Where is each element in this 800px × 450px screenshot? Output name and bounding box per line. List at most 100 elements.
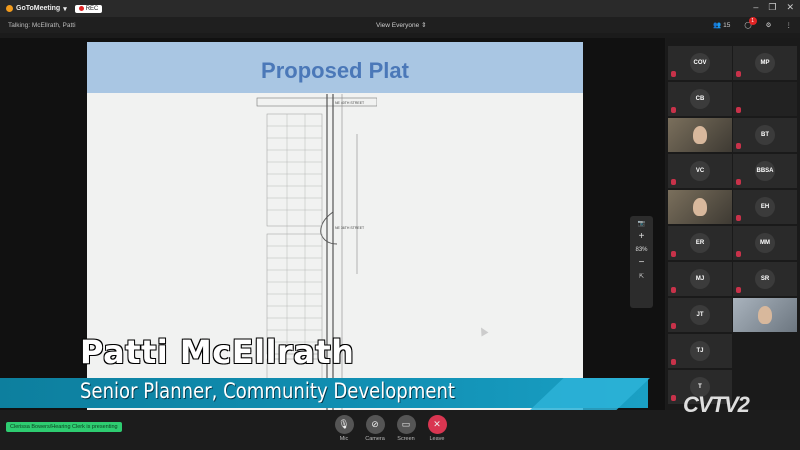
zoom-controls: 📷 + 83% − ⇱ (630, 216, 653, 308)
more-vertical-icon: ⋮ (785, 22, 793, 29)
participant-tile[interactable] (733, 82, 797, 116)
close-icon[interactable]: ✕ (786, 2, 794, 13)
muted-mic-icon (736, 287, 741, 293)
recording-badge: REC (74, 4, 103, 13)
muted-mic-icon (671, 179, 676, 185)
screen-share-icon: ▭ (396, 415, 416, 434)
speaker-title: Senior Planner, Community Development (80, 379, 455, 403)
camera-button[interactable]: ⊘ Camera (361, 415, 389, 442)
station-logo: CVTV2 (683, 392, 750, 417)
participant-tile[interactable]: ER (668, 226, 732, 260)
participant-tile[interactable]: SR (733, 262, 797, 296)
microphone-icon: 🎙 (334, 415, 354, 434)
more-button[interactable]: ⋮ (786, 21, 793, 29)
street-label-north: NE 40TH STREET (335, 101, 365, 105)
participant-tile[interactable]: MP (733, 46, 797, 80)
gotomeeting-logo-icon (6, 5, 13, 12)
camera-snapshot-icon[interactable]: 📷 (638, 220, 645, 227)
app-title: GoToMeeting (16, 5, 61, 12)
presenting-indicator: Clerissa Bowers/Hearing Clerk is present… (6, 422, 122, 432)
view-selector[interactable]: View Everyone ⇕ (376, 21, 427, 29)
slide-title: Proposed Plat (87, 42, 583, 93)
participant-tile[interactable]: MJ (668, 262, 732, 296)
participant-video-tile[interactable] (733, 298, 797, 332)
street-label-south: NE 36TH STREET (335, 226, 365, 230)
zoom-out-icon[interactable]: − (639, 258, 645, 268)
meeting-toolbar: Talking: McEllrath, Patti View Everyone … (0, 17, 800, 33)
participant-tile[interactable]: TJ (668, 334, 732, 368)
avatar: MP (755, 53, 775, 73)
participants-button[interactable]: 👥 15 (713, 21, 730, 29)
record-icon (78, 6, 84, 11)
participant-tile[interactable]: BT (733, 118, 797, 152)
avatar: BT (755, 125, 775, 145)
participant-tile[interactable]: MM (733, 226, 797, 260)
participant-tile[interactable]: CB (668, 82, 732, 116)
mic-button[interactable]: 🎙 Mic (330, 415, 358, 442)
muted-mic-icon (671, 107, 676, 113)
speaker-name: Patti McEllrath (80, 333, 355, 371)
leave-label: Leave (429, 436, 445, 442)
leave-button[interactable]: ✕ Leave (423, 415, 451, 442)
settings-button[interactable]: ⚙ (766, 21, 772, 29)
chevron-down-icon: ▾ (63, 5, 67, 13)
title-bar: GoToMeeting ▾ REC – ❐ ✕ (0, 0, 800, 17)
muted-mic-icon (736, 143, 741, 149)
window-controls: – ❐ ✕ (753, 2, 794, 13)
participant-video-tile[interactable] (668, 118, 732, 152)
muted-mic-icon (671, 395, 676, 401)
muted-mic-icon (671, 71, 676, 77)
muted-mic-icon (671, 359, 676, 365)
participant-tile[interactable]: COV (668, 46, 732, 80)
participant-video-tile[interactable] (668, 190, 732, 224)
participant-tile[interactable]: VC (668, 154, 732, 188)
muted-mic-icon (671, 251, 676, 257)
avatar: VC (690, 161, 710, 181)
avatar: CB (690, 89, 710, 109)
app-menu[interactable]: GoToMeeting ▾ (6, 5, 67, 13)
restore-icon[interactable]: ❐ (768, 2, 776, 13)
mouse-cursor-icon (477, 325, 489, 337)
view-label: View Everyone (376, 22, 420, 29)
participant-face (693, 198, 707, 216)
bottom-toolbar: Clerissa Bowers/Hearing Clerk is present… (0, 410, 800, 450)
muted-mic-icon (671, 287, 676, 293)
close-icon: ✕ (427, 415, 447, 434)
muted-mic-icon (736, 215, 741, 221)
avatar: SR (755, 269, 775, 289)
recording-label: REC (85, 5, 99, 12)
pop-out-icon[interactable]: ⇱ (639, 273, 644, 280)
participant-face (693, 126, 707, 144)
zoom-in-icon[interactable]: + (639, 232, 645, 242)
avatar: COV (690, 53, 710, 73)
avatar: MM (755, 233, 775, 253)
avatar: JT (690, 305, 710, 325)
participant-tile[interactable]: BBSA (733, 154, 797, 188)
screen-label: Screen (397, 436, 415, 442)
participant-face (758, 306, 772, 324)
muted-mic-icon (736, 179, 741, 185)
minimize-icon[interactable]: – (753, 2, 758, 13)
mic-label: Mic (339, 436, 349, 442)
chat-badge: 1 (748, 17, 757, 25)
avatar: EH (755, 197, 775, 217)
muted-mic-icon (671, 323, 676, 329)
avatar: TJ (690, 341, 710, 361)
chevron-updown-icon: ⇕ (421, 22, 427, 29)
avatar: ER (690, 233, 710, 253)
talking-indicator: Talking: McEllrath, Patti (8, 21, 76, 29)
muted-mic-icon (736, 251, 741, 257)
people-icon: 👥 (713, 22, 722, 29)
screen-button[interactable]: ▭ Screen (392, 415, 420, 442)
participant-grid: COV MP CB BT VC BBSA EH ER MM MJ SR JT T… (666, 38, 800, 410)
camera-off-icon: ⊘ (365, 415, 385, 434)
camera-label: Camera (365, 436, 385, 442)
avatar: MJ (690, 269, 710, 289)
zoom-level: 83% (635, 247, 648, 253)
muted-mic-icon (736, 107, 741, 113)
participant-tile[interactable]: EH (733, 190, 797, 224)
participant-tile[interactable]: JT (668, 298, 732, 332)
gear-icon: ⚙ (765, 22, 772, 29)
avatar: BBSA (755, 161, 775, 181)
chat-button[interactable]: ◯ 1 (744, 17, 757, 29)
